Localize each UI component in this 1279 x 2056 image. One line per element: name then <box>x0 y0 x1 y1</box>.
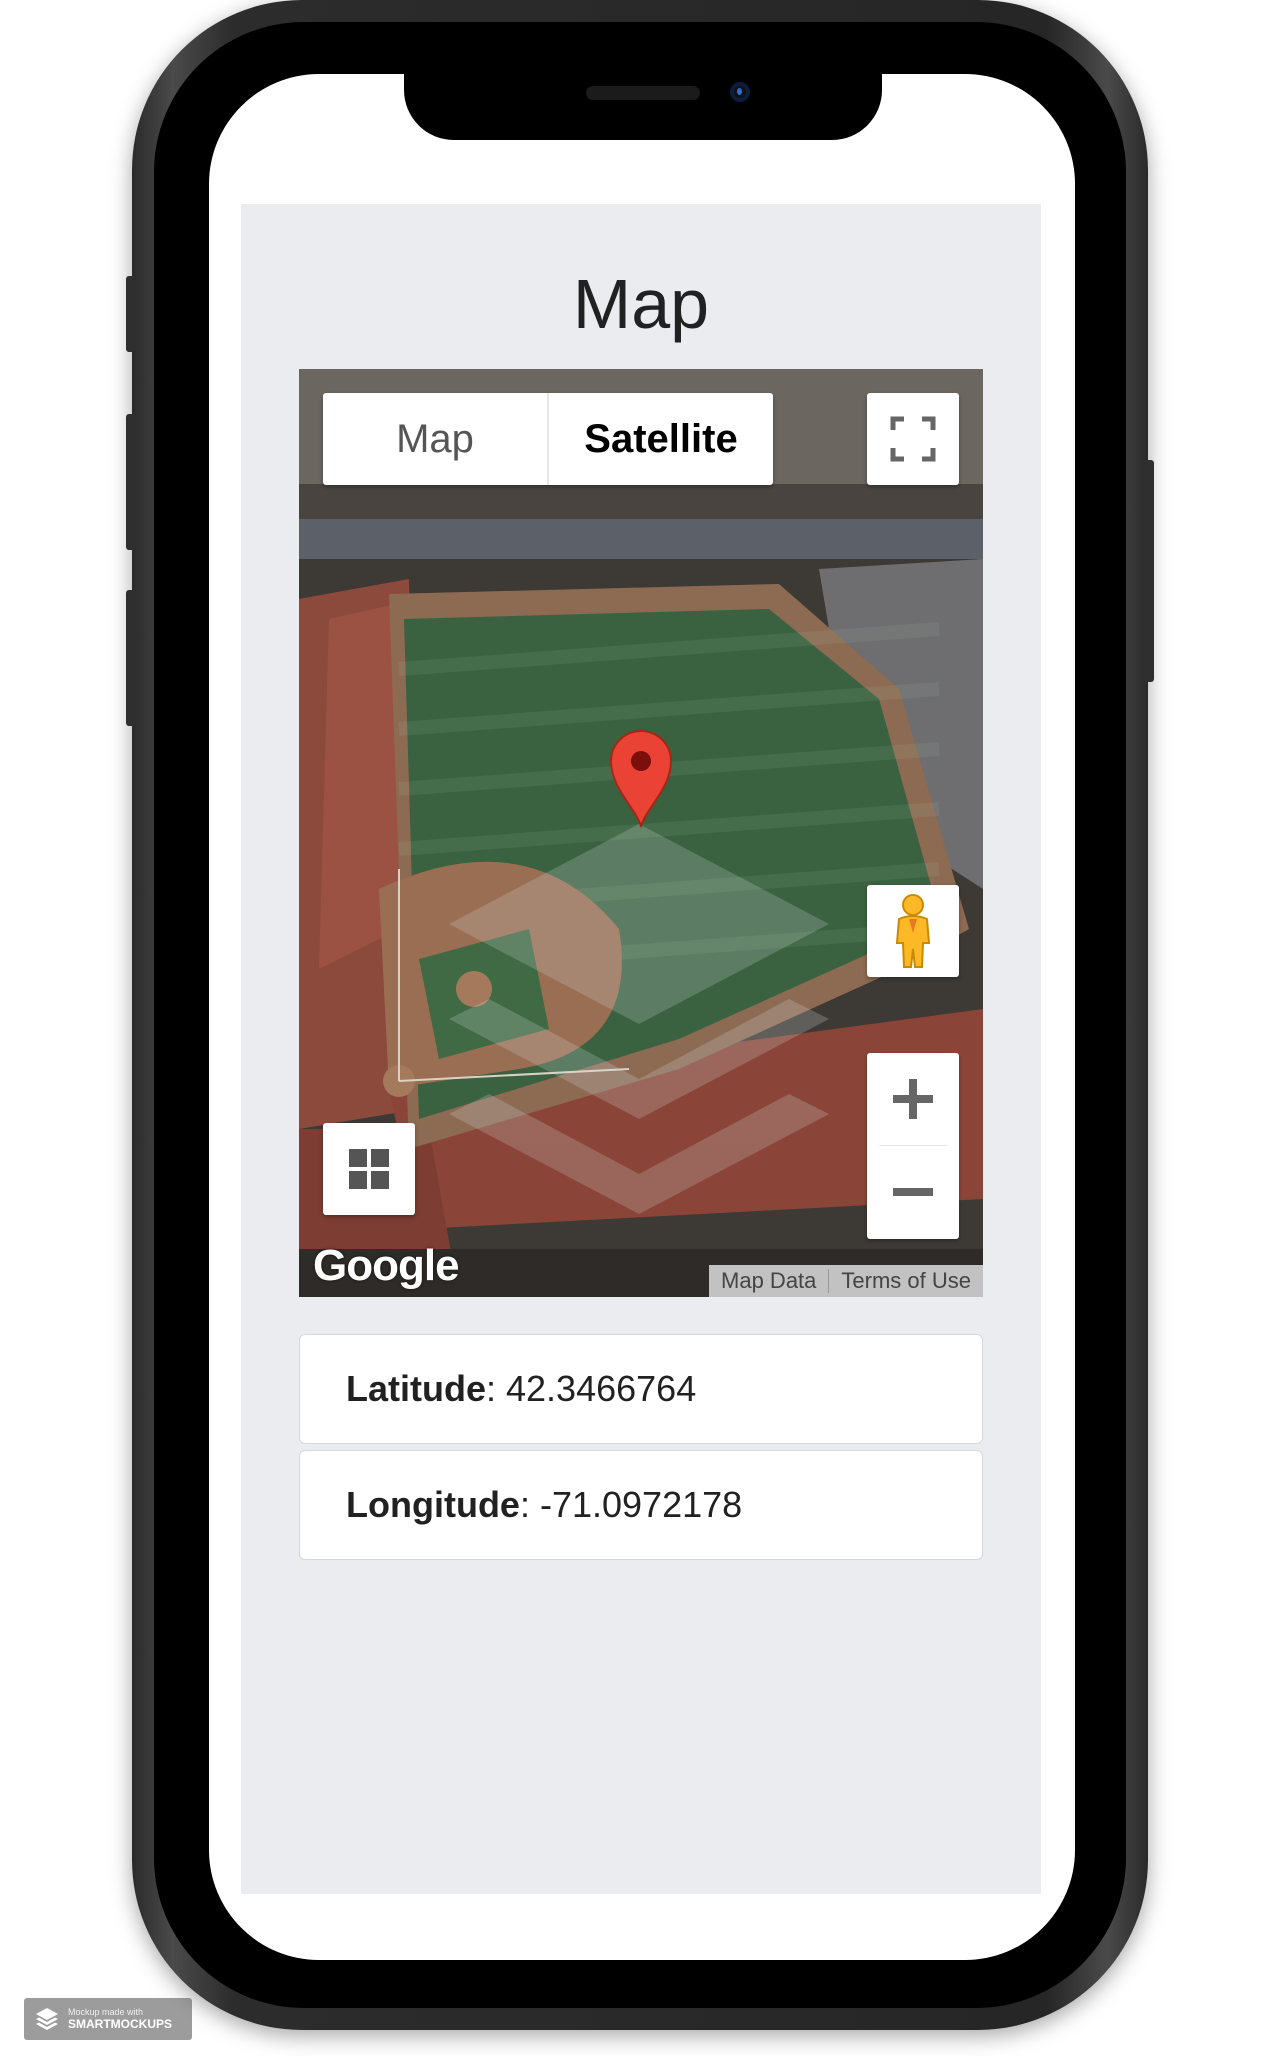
camera <box>730 82 750 102</box>
longitude-row: Longitude: -71.0972178 <box>299 1450 983 1560</box>
map-attribution: Map Data Terms of Use <box>709 1265 983 1297</box>
longitude-label: Longitude <box>346 1484 520 1525</box>
layers-button[interactable] <box>323 1123 415 1215</box>
latitude-value: 42.3466764 <box>506 1368 697 1409</box>
longitude-value: -71.0972178 <box>539 1484 743 1525</box>
longitude-colon: : <box>519 1484 540 1525</box>
fullscreen-icon <box>890 416 936 462</box>
notch <box>404 74 882 140</box>
latitude-label: Latitude <box>346 1368 486 1409</box>
speaker <box>586 86 700 100</box>
grid-icon <box>349 1149 389 1189</box>
pegman-icon <box>895 894 931 968</box>
watermark-line1: Mockup made with <box>68 2007 144 2017</box>
smartmockups-watermark: Mockup made with SMARTMOCKUPS <box>24 1998 192 2040</box>
google-logo: Google <box>313 1241 460 1290</box>
minus-icon <box>893 1188 933 1196</box>
latitude-colon: : <box>486 1368 507 1409</box>
map-type-map-button[interactable]: Map <box>323 393 547 485</box>
page-title: Map <box>572 265 710 343</box>
phone-volume-up-button <box>126 414 136 550</box>
layers-logo-icon <box>36 2008 58 2030</box>
map-type-control: Map Satellite <box>323 393 773 485</box>
fullscreen-button[interactable] <box>867 393 959 485</box>
phone-screen: Map Map Satellite Google Map Data Terms … <box>209 74 1075 1960</box>
map-view[interactable]: Map Satellite Google Map Data Terms of U… <box>299 369 983 1297</box>
watermark-line2: SMARTMOCKUPS <box>68 2017 172 2031</box>
phone-power-button <box>1144 460 1154 682</box>
page-content: Map Map Satellite Google Map Data Terms … <box>241 204 1041 1894</box>
zoom-out-button[interactable] <box>867 1146 959 1238</box>
map-type-satellite-button[interactable]: Satellite <box>549 393 773 485</box>
terms-of-use-link[interactable]: Terms of Use <box>829 1265 983 1297</box>
zoom-in-button[interactable] <box>867 1053 959 1145</box>
phone-side-button <box>126 276 136 352</box>
map-data-link[interactable]: Map Data <box>709 1265 828 1297</box>
map-pin-icon[interactable] <box>607 729 675 829</box>
plus-icon <box>893 1079 933 1119</box>
phone-volume-down-button <box>126 590 136 726</box>
latitude-row: Latitude: 42.3466764 <box>299 1334 983 1444</box>
street-view-button[interactable] <box>867 885 959 977</box>
zoom-control <box>867 1053 959 1239</box>
